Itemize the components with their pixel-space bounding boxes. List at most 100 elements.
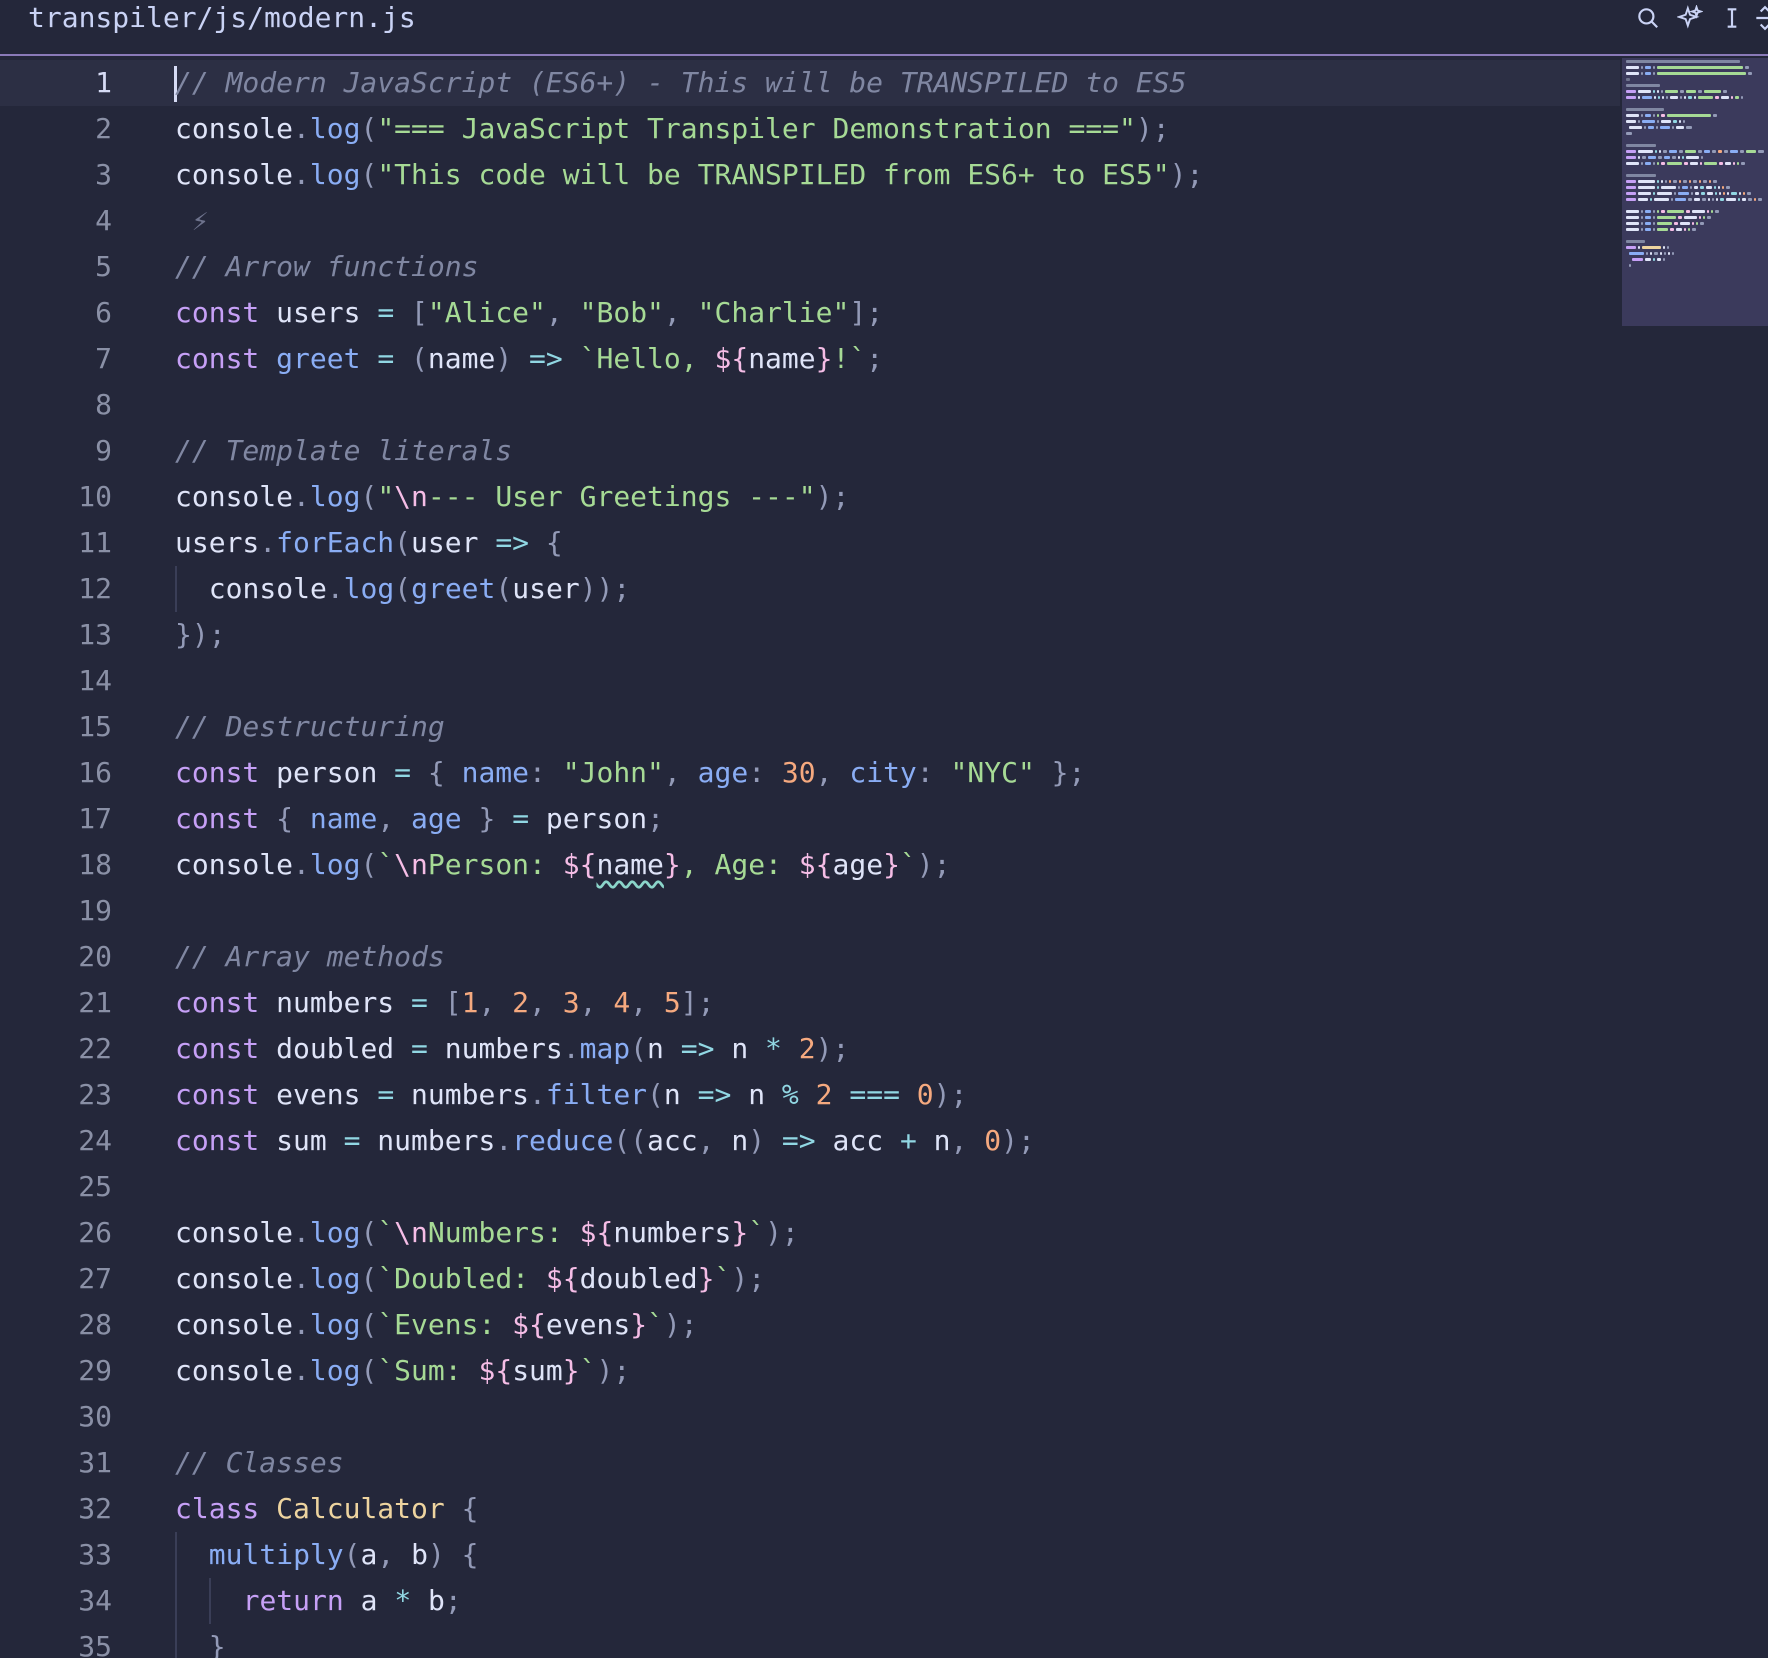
code-line[interactable]: 3 console.log("This code will be TRANSPIL… [0,152,1620,198]
code-line[interactable]: 11 users.forEach(user => { [0,520,1620,566]
minimap-segment [1682,185,1688,189]
code-line[interactable]: 30 [0,1394,1620,1440]
code-line[interactable]: 13}); [0,612,1620,658]
code-text[interactable]: const { name, age } = person; [175,796,664,842]
minimap-segment [1712,149,1716,153]
code-text[interactable]: console.log("This code will be TRANSPILE… [175,152,1203,198]
minimap-segment [1698,149,1702,153]
code-line[interactable]: 19 [0,888,1620,934]
token-property: age [697,756,749,789]
code-line[interactable]: 8 [0,382,1620,428]
minimap-segment [1645,65,1651,69]
token-plain: numbers [394,1078,530,1111]
code-line[interactable]: 26 console.log(`\nNumbers: ${numbers}`); [0,1210,1620,1256]
code-text[interactable]: // Array methods [175,934,445,980]
code-text[interactable]: const numbers = [1, 2, 3, 4, 5]; [175,980,714,1026]
code-text[interactable]: console.log(`Doubled: ${doubled}`); [175,1256,765,1302]
minimap-segment [1641,227,1643,231]
code-text[interactable]: const sum = numbers.reduce((acc, n) => a… [175,1118,1035,1164]
code-text[interactable]: console.log("\n--- User Greetings ---"); [175,474,849,520]
code-line[interactable]: 24 const sum = numbers.reduce((acc, n) =>… [0,1118,1620,1164]
minimap-segment [1701,191,1705,195]
code-text[interactable]: // Destructuring [175,704,445,750]
minimap-segment [1722,185,1724,189]
code-line[interactable]: 27 console.log(`Doubled: ${doubled}`); [0,1256,1620,1302]
code-text[interactable]: const users = ["Alice", "Bob", "Charlie"… [175,290,883,336]
code-line[interactable]: 12 console.log(greet(user)); [0,566,1620,612]
code-line[interactable]: 6 const users = ["Alice", "Bob", "Charlie… [0,290,1620,336]
code-text[interactable]: const evens = numbers.filter(n => n % 2 … [175,1072,967,1118]
file-path[interactable]: transpiler/js/modern.js [28,0,416,36]
code-line[interactable]: 22 const doubled = numbers.map(n => n * 2… [0,1026,1620,1072]
token-interp: } [630,1308,648,1341]
token-punct: ( [647,1078,664,1111]
code-text[interactable]: console.log(greet(user)); [209,566,630,612]
code-line[interactable]: 17 const { name, age } = person; [0,796,1620,842]
code-line[interactable]: 10 console.log("\n--- User Greetings ---"… [0,474,1620,520]
code-line[interactable]: 2 console.log("=== JavaScript Transpiler … [0,106,1620,152]
code-text[interactable]: console.log(`\nNumbers: ${numbers}`); [175,1210,799,1256]
split-icon[interactable] [1752,4,1768,32]
minimap-overflow[interactable] [1622,268,1768,328]
code-line[interactable]: 9 // Template literals [0,428,1620,474]
code-text[interactable]: // Template literals [175,428,512,474]
token-punct: ) [495,342,513,375]
code-line[interactable]: 18 console.log(`\nPerson: ${name}, Age: $… [0,842,1620,888]
code-text[interactable]: const greet = (name) => `Hello, ${name}!… [175,336,883,382]
code-text[interactable]: multiply(a, b) { [209,1532,479,1578]
minimap-segment [1678,191,1689,195]
minimap-segment [1685,149,1696,153]
code-text[interactable]: console.log(`Sum: ${sum}`); [175,1348,630,1394]
code-line[interactable]: 32 class Calculator { [0,1486,1620,1532]
code-line[interactable]: 28 console.log(`Evens: ${evens}`); [0,1302,1620,1348]
token-plain: person [529,802,648,835]
code-text[interactable]: ⚡ [175,198,209,244]
code-line[interactable]: 34 return a * b; [0,1578,1620,1624]
line-number: 11 [78,526,112,559]
sparkle-icon[interactable] [1676,4,1704,32]
code-line[interactable]: 14 [0,658,1620,704]
token-punct: . [293,158,310,191]
code-text[interactable]: // Classes [175,1440,344,1486]
indent-guide [175,1624,177,1658]
code-area[interactable]: 1 // Modern JavaScript (ES6+) - This will… [0,60,1620,1658]
code-line[interactable]: 21 const numbers = [1, 2, 3, 4, 5]; [0,980,1620,1026]
code-text[interactable]: console.log(`Evens: ${evens}`); [175,1302,698,1348]
minimap-segment [1657,113,1659,117]
code-text[interactable]: // Modern JavaScript (ES6+) - This will … [175,60,1186,106]
code-line[interactable]: 31 // Classes [0,1440,1620,1486]
code-text[interactable]: const doubled = numbers.map(n => n * 2); [175,1026,849,1072]
code-line[interactable]: 20 // Array methods [0,934,1620,980]
code-text[interactable]: users.forEach(user => { [175,520,563,566]
search-icon[interactable] [1634,4,1662,32]
minimap-segment [1666,95,1668,99]
code-line[interactable]: 35} [0,1624,1620,1658]
code-text[interactable]: class Calculator { [175,1486,478,1532]
minimap-segment [1661,161,1665,165]
text-cursor-icon[interactable] [1718,4,1746,32]
minimap-segment [1626,197,1636,201]
code-line[interactable]: 1 // Modern JavaScript (ES6+) - This will… [0,60,1620,106]
code-text[interactable]: console.log(`\nPerson: ${name}, Age: ${a… [175,842,951,888]
code-line[interactable]: 15 // Destructuring [0,704,1620,750]
code-line[interactable]: 33 multiply(a, b) { [0,1532,1620,1578]
code-line[interactable]: 16 const person = { name: "John", age: 30… [0,750,1620,796]
code-text[interactable]: // Arrow functions [175,244,478,290]
code-editor[interactable]: transpiler/js/modern.js 1 // Modern JavaS… [0,0,1768,1658]
code-text[interactable]: return a * b; [243,1578,462,1624]
code-text[interactable]: console.log("=== JavaScript Transpiler D… [175,106,1170,152]
code-text[interactable]: }); [175,612,226,658]
code-line[interactable]: 23 const evens = numbers.filter(n => n % … [0,1072,1620,1118]
code-line[interactable]: 25 [0,1164,1620,1210]
line-number: 29 [78,1354,112,1387]
token-plain: doubled [579,1262,698,1295]
code-line[interactable]: 5 // Arrow functions [0,244,1620,290]
code-line[interactable]: 4 ⚡ [0,198,1620,244]
minimap-segment [1701,155,1703,159]
code-text[interactable]: } [209,1624,226,1658]
code-line[interactable]: 7 const greet = (name) => `Hello, ${name}… [0,336,1620,382]
code-line[interactable]: 29 console.log(`Sum: ${sum}`); [0,1348,1620,1394]
token-function: log [309,1262,361,1295]
code-text[interactable]: const person = { name: "John", age: 30, … [175,750,1085,796]
